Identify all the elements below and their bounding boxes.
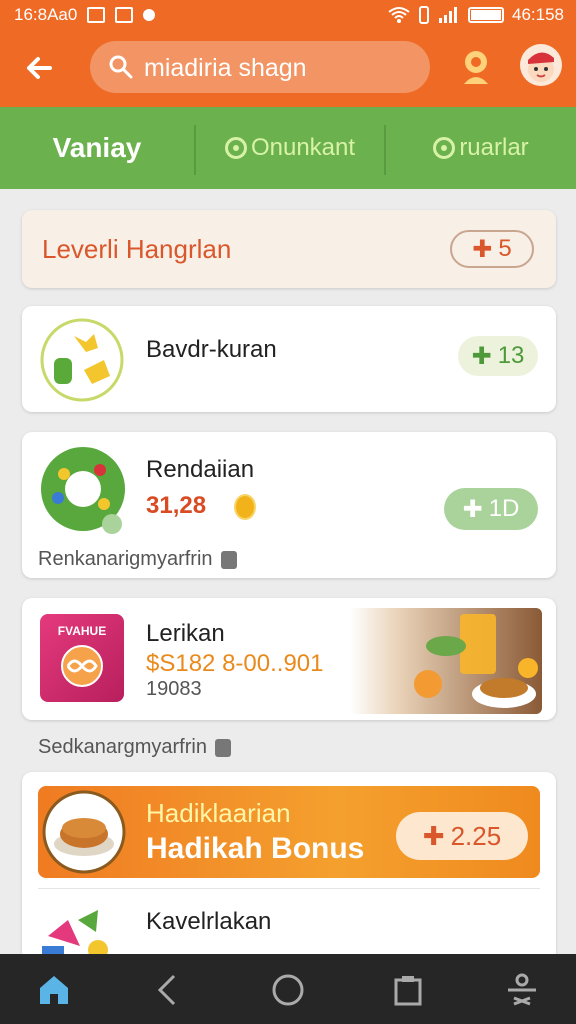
home-circle-icon[interactable] — [270, 972, 306, 1008]
item-logo: FVAHUE — [40, 614, 124, 702]
lock-icon — [214, 738, 231, 757]
coin-icon — [234, 494, 256, 520]
status-time: 46:158 — [512, 5, 564, 24]
item-image-icon — [40, 318, 124, 402]
tab-onunkant[interactable]: Onunkant — [196, 107, 384, 189]
battery-icon — [468, 7, 504, 23]
circle-icon — [224, 137, 247, 159]
profile-icon[interactable] — [458, 48, 494, 88]
note-text: Sedkanargmyarfrin — [38, 736, 207, 758]
status-bar: 16:8Aa0 46:158 — [0, 0, 576, 32]
promo-subtitle: Hadikah Bonus — [146, 832, 365, 865]
accessibility-icon[interactable] — [504, 972, 540, 1008]
promo-title: Hadiklaarian — [146, 798, 291, 828]
tab-vaniay[interactable]: Vaniay — [0, 107, 194, 189]
notification-icon — [87, 7, 106, 23]
level-card[interactable]: Leverli Hangrlan ✚ 5 — [22, 210, 556, 288]
drinks-photo-icon — [414, 614, 538, 708]
item-badge[interactable]: ✚ 1D — [444, 488, 538, 530]
tab-ruarlar[interactable]: ruarlar — [386, 107, 576, 189]
app-header — [0, 32, 576, 107]
back-arrow-icon[interactable] — [20, 48, 60, 88]
status-left-text: 16:8Aa0 — [14, 5, 78, 24]
promo-banner[interactable]: Hadiklaarian Hadikah Bonus ✚ 2.25 — [38, 786, 540, 878]
item-price: $S182 8-00..901 — [146, 650, 324, 677]
pancake-icon — [42, 790, 126, 874]
item-name: Bavdr-kuran — [146, 336, 277, 363]
plus-icon: ✚ — [471, 342, 492, 370]
level-badge-value: 5 — [498, 235, 512, 262]
item-price: 31,28 — [146, 492, 207, 519]
navigation-bar — [0, 954, 576, 1024]
item-note: Renkanarigmyarfrin — [38, 548, 237, 571]
item-badge-value: 1D — [488, 495, 520, 522]
item-badge[interactable]: ✚ 13 — [458, 336, 538, 376]
dot-icon — [143, 9, 156, 21]
level-badge[interactable]: ✚ 5 — [450, 230, 534, 268]
tab-label: ruarlar — [459, 134, 529, 161]
note-text: Renkanarigmyarfrin — [38, 548, 213, 570]
wifi-icon — [388, 7, 410, 23]
plus-icon: ✚ — [462, 495, 483, 523]
image-icon — [115, 7, 134, 23]
avatar[interactable] — [520, 44, 562, 86]
home-icon[interactable] — [36, 972, 72, 1008]
section-note: Sedkanargmyarfrin — [38, 736, 231, 759]
infinity-icon — [61, 645, 103, 687]
item-name: Kavelrlakan — [146, 908, 272, 935]
food-photo — [350, 608, 542, 714]
signal-icon — [439, 7, 457, 23]
item-image-icon — [41, 447, 125, 534]
tab-bar: Vaniay Onunkant ruarlar — [0, 107, 576, 189]
circle-icon — [433, 137, 456, 159]
search-bar[interactable] — [90, 41, 430, 93]
back-nav-icon[interactable] — [150, 972, 186, 1008]
promo-badge[interactable]: ✚ 2.25 — [396, 812, 528, 860]
level-title: Leverli Hangrlan — [42, 234, 232, 264]
item-badge-value: 13 — [497, 342, 525, 369]
divider — [38, 888, 540, 889]
recent-apps-icon[interactable] — [390, 972, 426, 1008]
search-input[interactable] — [142, 49, 416, 87]
list-item[interactable]: Bavdr-kuran ✚ 13 — [22, 306, 556, 412]
plus-icon: ✚ — [422, 820, 445, 851]
item-name: Lerikan — [146, 620, 225, 647]
vibrate-icon — [419, 6, 429, 24]
lock-icon — [220, 550, 237, 569]
tab-label: Vaniay — [52, 132, 142, 163]
item-name: Rendaiian — [146, 456, 255, 483]
plus-icon: ✚ — [472, 235, 493, 263]
item-extra: 19083 — [146, 678, 202, 700]
avatar-face-icon — [528, 52, 554, 82]
search-icon — [109, 55, 133, 79]
promo-badge-value: 2.25 — [450, 820, 502, 851]
list-item[interactable]: Rendaiian 31,28 ✚ 1D Renkanarigmyarfrin — [22, 432, 556, 578]
tab-label: Onunkant — [250, 134, 356, 161]
list-item[interactable]: FVAHUE Lerikan $S182 8-00..901 19083 — [22, 598, 556, 720]
logo-text: FVAHUE — [57, 624, 107, 638]
